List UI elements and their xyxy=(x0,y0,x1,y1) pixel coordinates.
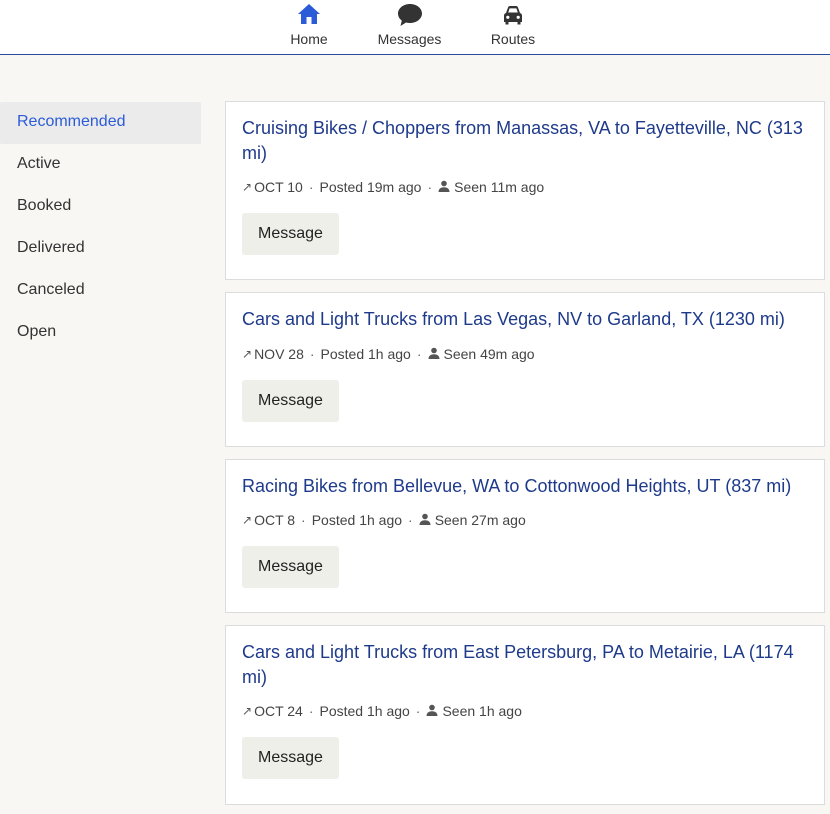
load-meta: ↗ OCT 24 · Posted 1h ago · Seen 1h ago xyxy=(242,703,522,719)
person-icon xyxy=(426,703,438,719)
message-button[interactable]: Message xyxy=(242,546,339,588)
nav-routes-label: Routes xyxy=(490,31,536,47)
message-button[interactable]: Message xyxy=(242,380,339,422)
pickup-date: OCT 8 xyxy=(254,512,296,528)
pickup-date: OCT 10 xyxy=(254,179,303,195)
person-icon xyxy=(438,179,450,195)
load-title[interactable]: Cruising Bikes / Choppers from Manassas,… xyxy=(242,116,808,166)
sidebar-item-booked[interactable]: Booked xyxy=(0,186,201,228)
person-icon xyxy=(428,346,440,362)
nav-routes[interactable]: Routes xyxy=(487,0,539,54)
load-card: Cars and Light Trucks from Las Vegas, NV… xyxy=(225,292,825,447)
sidebar: Recommended Active Booked Delivered Canc… xyxy=(0,102,201,354)
posted-time: Posted 19m ago xyxy=(319,179,422,195)
load-card: Cars and Light Trucks from East Petersbu… xyxy=(225,625,825,805)
separator-dot: · xyxy=(301,512,306,528)
home-icon xyxy=(297,3,321,30)
seen-time: Seen 27m ago xyxy=(434,512,526,528)
separator-dot: · xyxy=(308,179,314,195)
separator-dot: · xyxy=(408,512,413,528)
separator-dot: · xyxy=(308,703,314,719)
person-icon xyxy=(419,512,431,528)
load-meta: ↗ OCT 8 · Posted 1h ago · Seen 27m ago xyxy=(242,512,526,528)
sidebar-item-active[interactable]: Active xyxy=(0,144,201,186)
arrow-up-right-icon: ↗ xyxy=(242,513,253,527)
posted-time: Posted 1h ago xyxy=(311,512,403,528)
load-card: Cruising Bikes / Choppers from Manassas,… xyxy=(225,101,825,280)
load-meta: ↗ NOV 28 · Posted 1h ago · Seen 49m ago xyxy=(242,346,535,362)
pickup-date: NOV 28 xyxy=(254,346,304,362)
seen-time: Seen 11m ago xyxy=(454,179,545,195)
top-nav-bar: Home Messages Routes xyxy=(0,0,830,55)
seen-time: Seen 1h ago xyxy=(442,703,522,719)
nav-home-label: Home xyxy=(290,31,328,47)
nav-messages-label: Messages xyxy=(377,31,442,47)
separator-dot: · xyxy=(427,179,433,195)
car-icon xyxy=(501,3,525,32)
load-title[interactable]: Cars and Light Trucks from East Petersbu… xyxy=(242,640,808,690)
load-card: Racing Bikes from Bellevue, WA to Cotton… xyxy=(225,459,825,613)
sidebar-item-delivered[interactable]: Delivered xyxy=(0,228,201,270)
sidebar-item-canceled[interactable]: Canceled xyxy=(0,270,201,312)
posted-time: Posted 1h ago xyxy=(320,346,411,362)
arrow-up-right-icon: ↗ xyxy=(242,180,253,194)
chat-bubble-icon xyxy=(397,3,423,32)
pickup-date: OCT 24 xyxy=(254,703,303,719)
separator-dot: · xyxy=(309,346,315,362)
nav-home[interactable]: Home xyxy=(284,0,334,54)
arrow-up-right-icon: ↗ xyxy=(242,704,253,718)
seen-time: Seen 49m ago xyxy=(443,346,535,362)
load-title[interactable]: Racing Bikes from Bellevue, WA to Cotton… xyxy=(242,474,808,499)
separator-dot: · xyxy=(415,703,421,719)
arrow-up-right-icon: ↗ xyxy=(242,347,253,361)
sidebar-item-open[interactable]: Open xyxy=(0,312,201,354)
message-button[interactable]: Message xyxy=(242,737,339,779)
load-meta: ↗ OCT 10 · Posted 19m ago · Seen 11m ago xyxy=(242,179,544,195)
load-title[interactable]: Cars and Light Trucks from Las Vegas, NV… xyxy=(242,307,808,332)
message-button[interactable]: Message xyxy=(242,213,339,255)
posted-time: Posted 1h ago xyxy=(319,703,410,719)
nav-messages[interactable]: Messages xyxy=(374,0,445,54)
sidebar-item-recommended[interactable]: Recommended xyxy=(0,102,201,144)
separator-dot: · xyxy=(416,346,422,362)
